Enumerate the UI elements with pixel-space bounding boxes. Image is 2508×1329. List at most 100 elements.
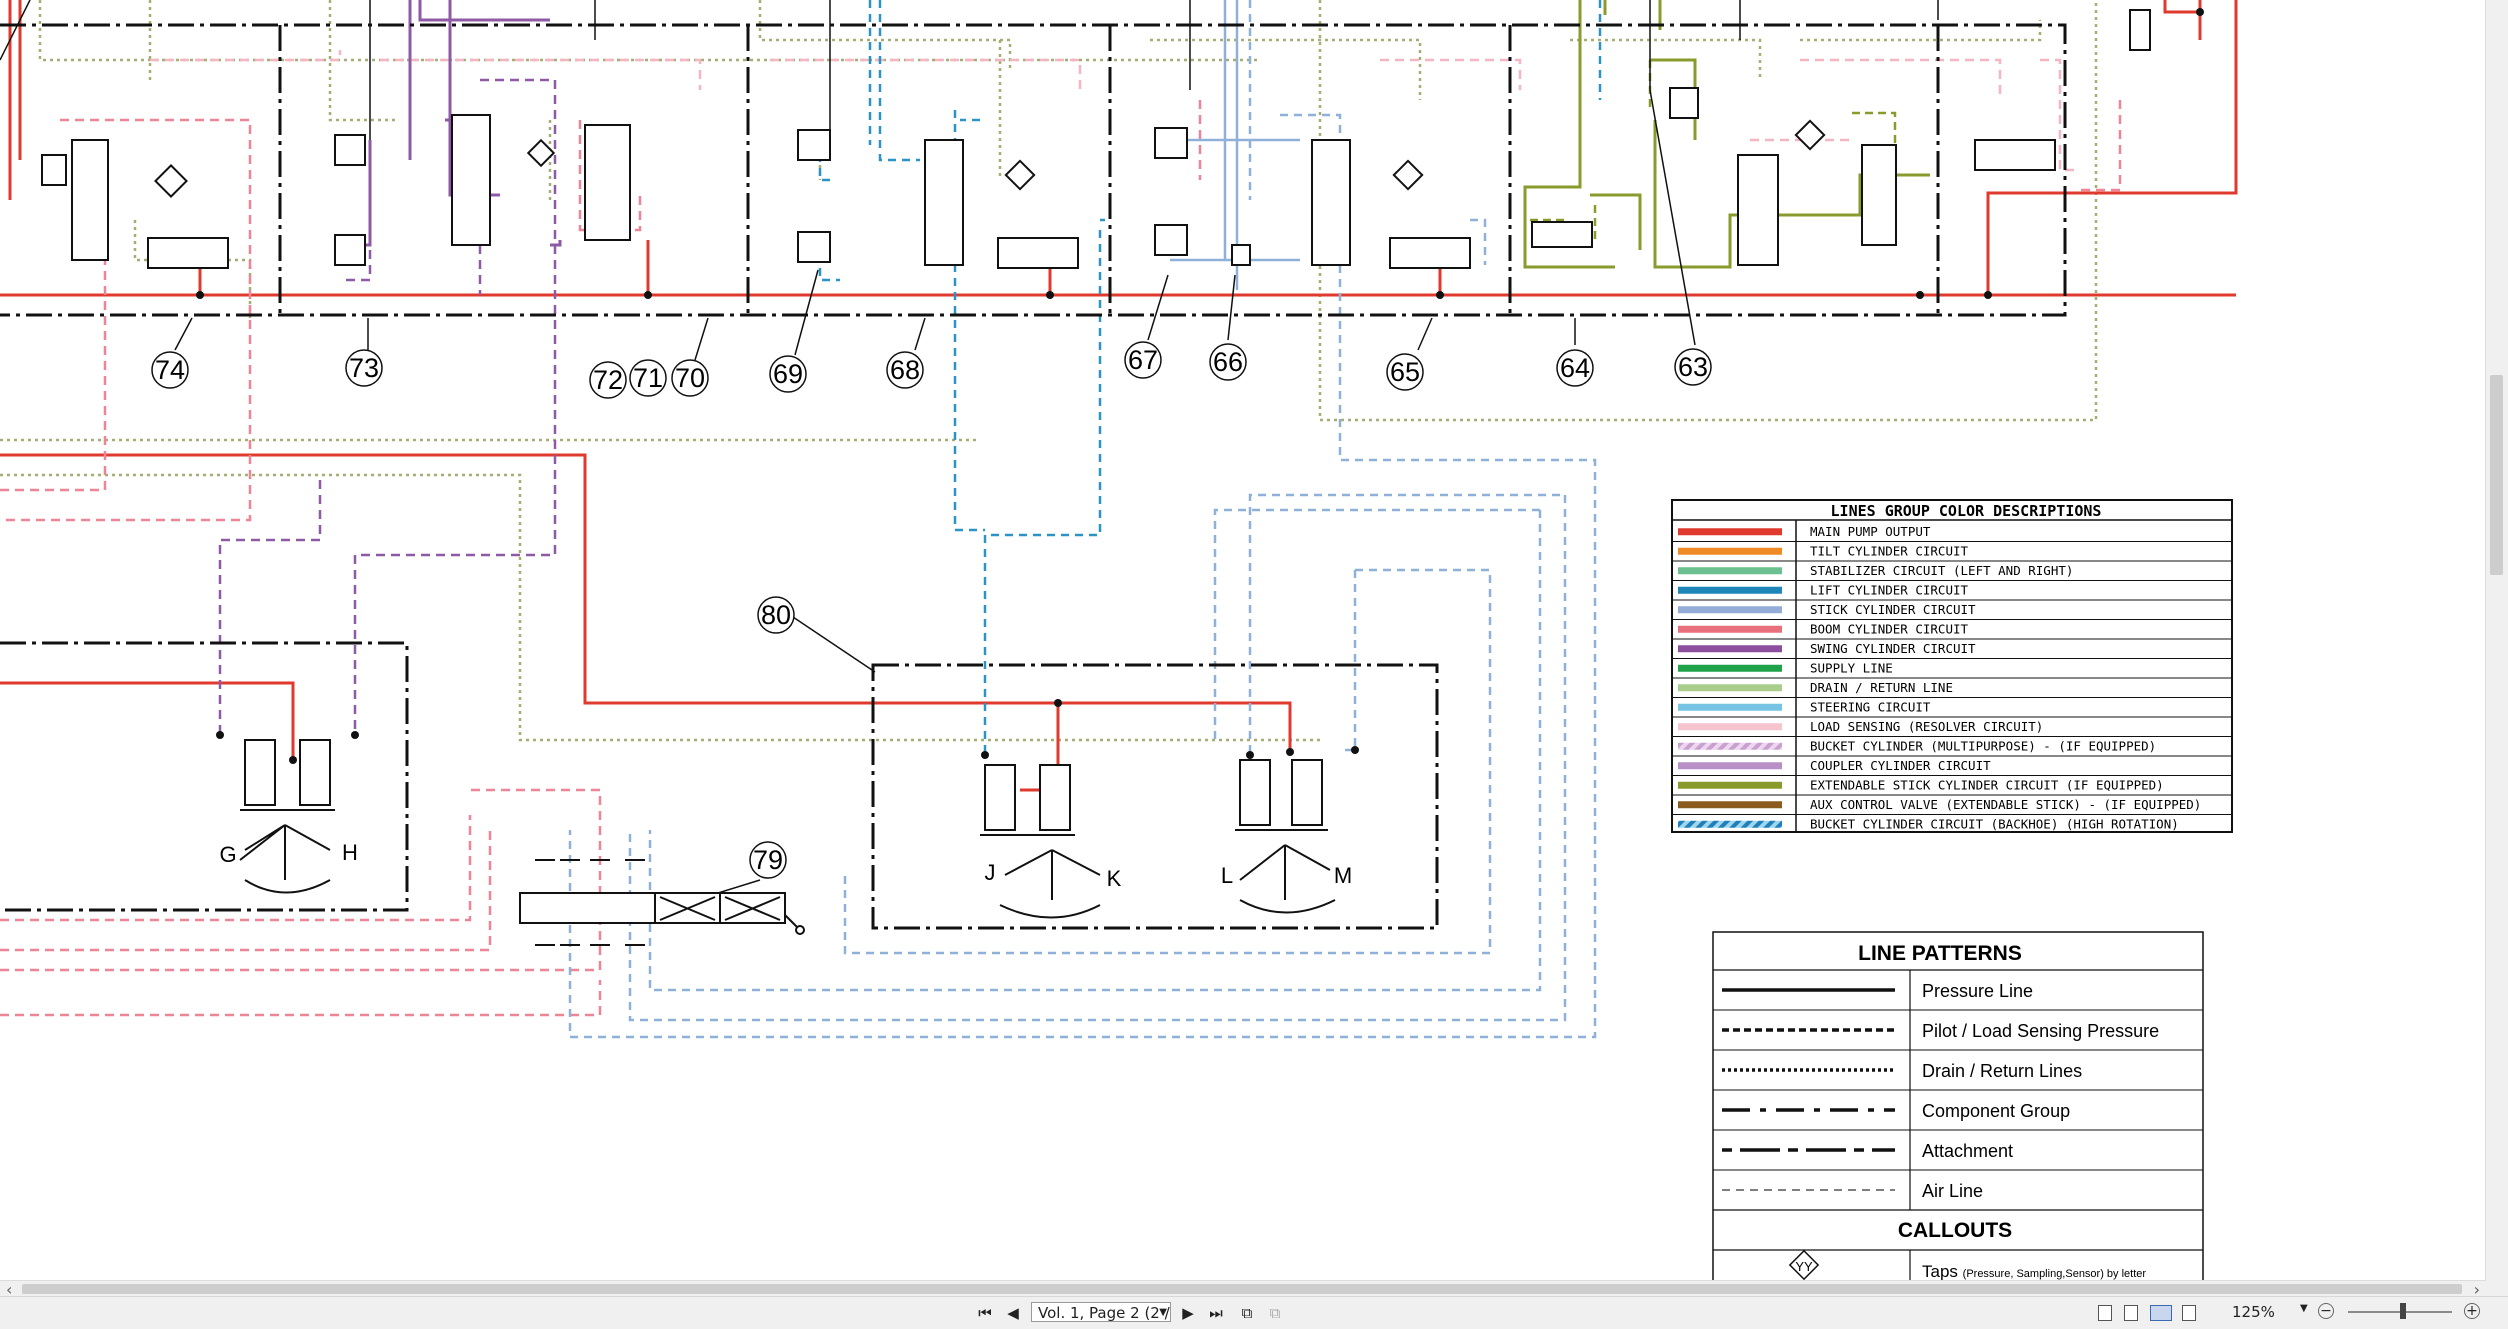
continuous-view-icon[interactable] (2124, 1305, 2138, 1321)
pattern-legend-label: Attachment (1922, 1141, 2013, 1161)
callout-65: 65 (1386, 353, 1424, 391)
zoom-out-icon[interactable]: − (2318, 1303, 2334, 1319)
last-page-icon[interactable]: ⏭ (1206, 1304, 1226, 1322)
horizontal-scrollbar[interactable]: ‹ › (0, 1280, 2486, 1299)
color-swatch (1678, 528, 1782, 536)
color-swatch (1678, 742, 1782, 750)
callout-71: 71 (629, 359, 667, 397)
scroll-corner (2486, 1280, 2508, 1296)
callout-63: 63 (1674, 348, 1712, 386)
group-leader-lines (0, 0, 1939, 140)
pattern-legend-label: Pressure Line (1922, 981, 2033, 1001)
color-legend-label: BUCKET CYLINDER CIRCUIT (BACKHOE) (HIGH … (1810, 817, 2179, 832)
first-page-icon[interactable]: ⏮ (975, 1304, 995, 1322)
control-letter-k: K (1107, 866, 1122, 891)
color-legend-label: DRAIN / RETURN LINE (1810, 680, 1953, 695)
vertical-scroll-thumb[interactable] (2490, 375, 2503, 575)
document-viewport[interactable]: 74 73 72 71 70 69 68 67 66 65 64 63 80 79 G H J K L M LINE… (0, 0, 2486, 1280)
color-swatch (1678, 567, 1782, 575)
control-letter-j: J (985, 860, 996, 885)
color-legend-label: TILT CYLINDER CIRCUIT (1810, 544, 1969, 559)
joystick-controls (239, 739, 1336, 919)
callouts: 74 73 72 71 70 69 68 67 66 65 64 63 80 79 (151, 341, 1712, 879)
page-select-value: Vol. 1, Page 2 (2 / (1038, 1304, 1170, 1322)
color-legend-label: AUX CONTROL VALVE (EXTENDABLE STICK) - (… (1810, 797, 2201, 812)
line-patterns-legend: LINE PATTERNS Pressure Line Pilot / Load … (1712, 931, 2204, 1280)
pattern-legend-label: Drain / Return Lines (1922, 1061, 2082, 1081)
color-legend-label: BOOM CYLINDER CIRCUIT (1810, 622, 1969, 637)
zoom-level[interactable]: 125% (2232, 1303, 2275, 1321)
zoom-in-icon[interactable]: + (2464, 1303, 2480, 1319)
horizontal-scroll-thumb[interactable] (22, 1284, 2462, 1294)
callout-label: 74 (155, 355, 185, 385)
zoom-dropdown-icon[interactable]: ▼ (2300, 1303, 2308, 1314)
single-page-view-icon[interactable] (2098, 1305, 2112, 1321)
control-letter-g: G (219, 842, 236, 867)
facing-view-icon[interactable] (2150, 1305, 2172, 1321)
color-legend-label: EXTENDABLE STICK CYLINDER CIRCUIT (IF EQ… (1810, 778, 2164, 793)
color-legend-label: STICK CYLINDER CIRCUIT (1810, 602, 1976, 617)
callout-64: 64 (1556, 349, 1594, 387)
control-letter-m: M (1334, 863, 1352, 888)
color-swatch (1678, 586, 1782, 594)
load-sensing-lines (150, 50, 2080, 172)
callout-label: 65 (1390, 357, 1420, 387)
callout-label: 72 (593, 365, 623, 395)
zoom-slider-handle[interactable] (2400, 1303, 2406, 1319)
callout-label: 64 (1560, 353, 1590, 383)
callout-68: 68 (886, 351, 924, 389)
color-swatch (1678, 664, 1782, 672)
color-swatch (1678, 820, 1782, 828)
control-letter-l: L (1221, 863, 1233, 888)
lift-circuit-lines (818, 0, 1105, 755)
color-swatch (1678, 801, 1782, 809)
callout-70: 70 (671, 359, 709, 397)
control-letter-h: H (342, 840, 358, 865)
callout-label: 70 (675, 363, 705, 393)
chevron-down-icon: ▼ (1159, 1307, 1167, 1318)
pattern-legend-label: Pilot / Load Sensing Pressure (1922, 1021, 2159, 1041)
taps-note: (Pressure, Sampling,Sensor) by letter (1963, 1268, 2147, 1280)
color-swatch (1678, 762, 1782, 770)
callout-label: 69 (773, 359, 803, 389)
color-swatch (1678, 781, 1782, 789)
callout-label: 80 (761, 600, 791, 630)
color-legend-label: STEERING CIRCUIT (1810, 700, 1931, 715)
vertical-scrollbar[interactable] (2485, 0, 2508, 1280)
callout-label: 63 (1678, 352, 1708, 382)
next-page-icon[interactable]: ▶ (1178, 1304, 1198, 1322)
callout-67: 67 (1124, 341, 1162, 379)
color-swatch (1678, 645, 1782, 653)
color-legend-label: SWING CYLINDER CIRCUIT (1810, 641, 1976, 656)
continuous-facing-view-icon[interactable] (2182, 1305, 2196, 1321)
callout-69: 69 (769, 355, 807, 393)
prev-page-icon[interactable]: ◀ (1003, 1304, 1023, 1322)
color-swatch (1678, 606, 1782, 614)
callout-66: 66 (1209, 343, 1247, 381)
color-legend-label: MAIN PUMP OUTPUT (1810, 524, 1931, 539)
color-legend-title: LINES GROUP COLOR DESCRIPTIONS (1831, 502, 2102, 520)
color-swatch (1678, 684, 1782, 692)
next-view-icon[interactable]: ⧉ (1265, 1304, 1285, 1322)
pattern-legend-label: Air Line (1922, 1181, 1983, 1201)
prev-view-icon[interactable]: ⧉ (1237, 1304, 1257, 1322)
color-legend-label: SUPPLY LINE (1810, 661, 1893, 676)
callout-label: 73 (349, 353, 379, 383)
color-swatch (1678, 723, 1782, 731)
color-swatch (1678, 703, 1782, 711)
callout-73: 73 (345, 349, 383, 387)
tap-symbol-label: YY (1795, 1259, 1813, 1274)
callout-label: 68 (890, 355, 920, 385)
color-legend-label: COUPLER CYLINDER CIRCUIT (1810, 758, 1991, 773)
color-legend-label: STABILIZER CIRCUIT (LEFT AND RIGHT) (1810, 563, 2073, 578)
callout-label: 79 (753, 845, 783, 875)
pattern-legend-title: LINE PATTERNS (1858, 942, 2022, 965)
callouts-title: CALLOUTS (1898, 1219, 2012, 1242)
callout-74: 74 (151, 351, 189, 389)
color-swatch (1678, 625, 1782, 633)
line-colors-legend: LINES GROUP COLOR DESCRIPTIONS MAIN PUMP… (1671, 499, 2233, 833)
color-legend-label: LOAD SENSING (RESOLVER CIRCUIT) (1810, 719, 2043, 734)
page-select[interactable]: Vol. 1, Page 2 (2 /▼ (1031, 1302, 1171, 1322)
callout-79: 79 (749, 841, 787, 879)
color-legend-label: BUCKET CYLINDER (MULTIPURPOSE) - (IF EQU… (1810, 739, 2156, 754)
